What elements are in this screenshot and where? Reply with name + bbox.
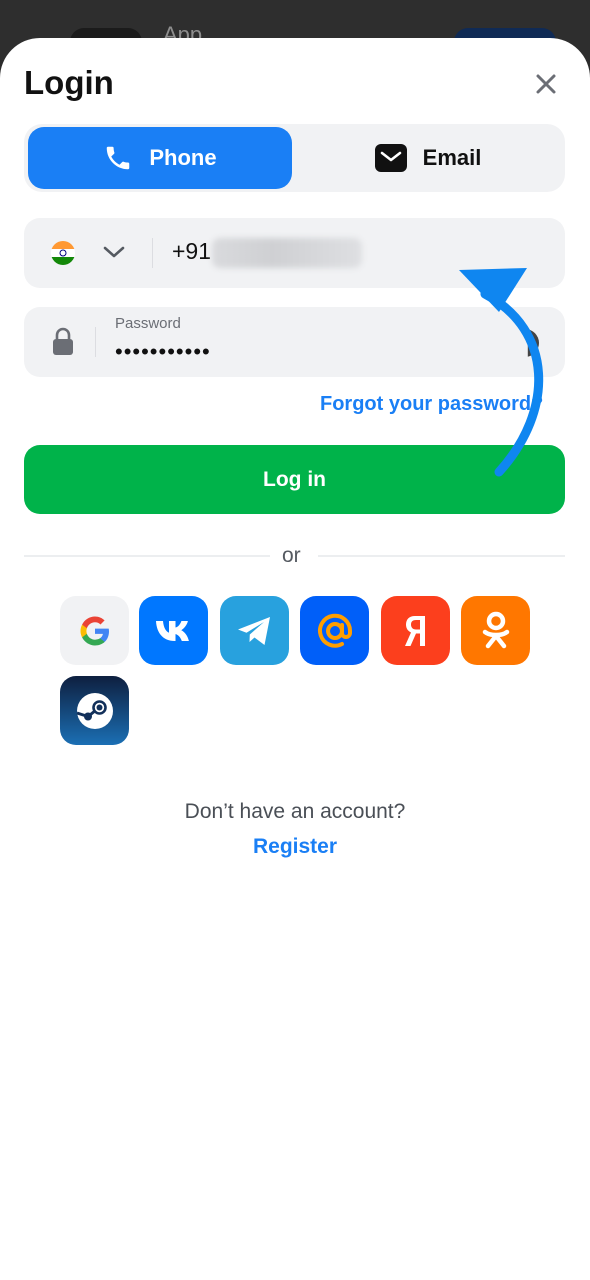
tab-phone[interactable]: Phone [28,127,292,189]
telegram-login-button[interactable] [220,596,289,665]
yandex-icon [404,615,425,646]
steam-icon [76,692,113,729]
telegram-icon [237,616,270,645]
tab-email-label: Email [422,145,482,170]
ok-login-button[interactable] [461,596,530,665]
mail-icon [374,144,407,172]
password-label: Password [115,315,181,332]
or-label: or [282,544,301,567]
india-flag-icon[interactable] [51,241,75,265]
divider-line [24,555,270,557]
divider-line [318,555,565,557]
google-login-button[interactable] [60,596,129,665]
phone-country-code[interactable]: +91 [172,238,211,265]
close-icon [536,74,556,94]
login-sheet: Login Phone Email +91 Password •••••••••… [0,38,590,1280]
field-divider [152,238,153,268]
mail-ru-login-button[interactable] [300,596,369,665]
vk-login-button[interactable] [139,596,208,665]
lock-icon [53,327,73,355]
google-icon [80,616,109,645]
tab-phone-label: Phone [149,145,217,170]
login-method-tabs: Phone Email [24,124,565,192]
tab-email[interactable]: Email [296,127,560,189]
ok-icon [482,611,509,648]
no-account-text: Don’t have an account? [184,800,406,823]
phone-number-input[interactable] [212,238,362,268]
yandex-login-button[interactable] [381,596,450,665]
register-link[interactable]: Register [0,835,590,859]
phone-icon [107,146,130,170]
steam-login-button[interactable] [60,676,129,745]
close-button[interactable] [528,66,564,102]
or-divider: or [24,544,565,568]
page-title: Login [24,64,114,101]
field-divider [95,327,96,357]
password-input[interactable]: ••••••••••• [115,339,211,365]
annotation-arrow [459,268,544,477]
chevron-down-icon[interactable] [102,242,126,262]
mail-ru-icon [317,613,352,648]
vk-icon [155,620,189,641]
